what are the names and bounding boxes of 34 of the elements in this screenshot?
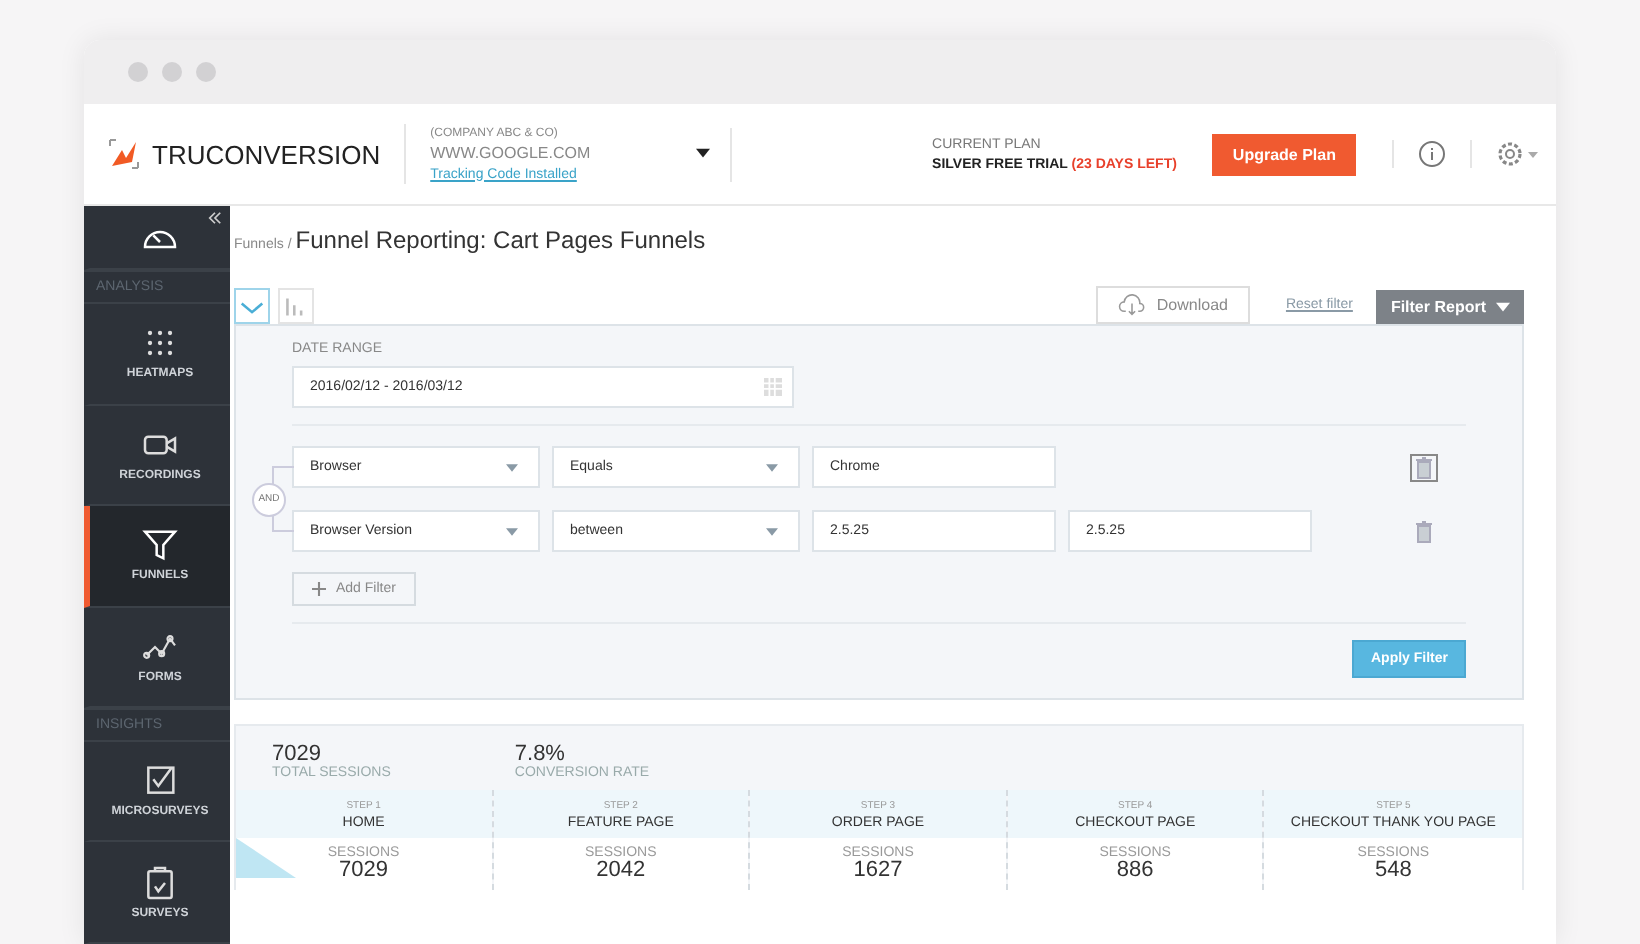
bar-chart-icon (284, 297, 308, 315)
page-title: Funnel Reporting: Cart Pages Funnels (295, 226, 706, 254)
line-chart-toggle[interactable] (234, 288, 270, 324)
metric-value: 1627 (853, 860, 903, 882)
trash-icon[interactable] (1410, 453, 1438, 481)
funnel-icon (140, 528, 180, 563)
metric-value: 548 (1375, 860, 1412, 882)
caret-icon[interactable] (696, 148, 711, 158)
window-dot[interactable] (196, 62, 216, 82)
trash-icon[interactable] (1410, 517, 1438, 545)
nodes-icon (140, 629, 180, 664)
stat-value: 7029 (272, 744, 323, 766)
plus-icon (312, 582, 326, 596)
caret-icon (506, 527, 518, 535)
collapse-icon[interactable] (208, 212, 222, 224)
caret-icon (506, 463, 518, 471)
calendar-icon (764, 378, 782, 396)
site-domain: WWW.GOOGLE.COM (430, 141, 591, 165)
metric-value: 886 (1116, 860, 1154, 882)
caret-icon (766, 463, 778, 471)
caret-icon (1496, 302, 1510, 312)
download-button[interactable]: Download (1096, 286, 1250, 324)
logo-icon (108, 138, 140, 170)
cloud-download-icon (1118, 294, 1147, 316)
line-chart-icon (240, 297, 264, 315)
window-dot[interactable] (162, 62, 182, 82)
stat-value: 7.8% (514, 744, 567, 766)
filter-report-button[interactable]: Filter Report (1376, 290, 1524, 324)
metric-value: 7029 (339, 860, 389, 882)
metric-value: 2042 (596, 860, 646, 882)
bar-chart-toggle[interactable] (278, 288, 314, 324)
window-dot[interactable] (128, 62, 148, 82)
brand-name: TRUCONVERSION (152, 139, 381, 169)
caret-icon (766, 527, 778, 535)
